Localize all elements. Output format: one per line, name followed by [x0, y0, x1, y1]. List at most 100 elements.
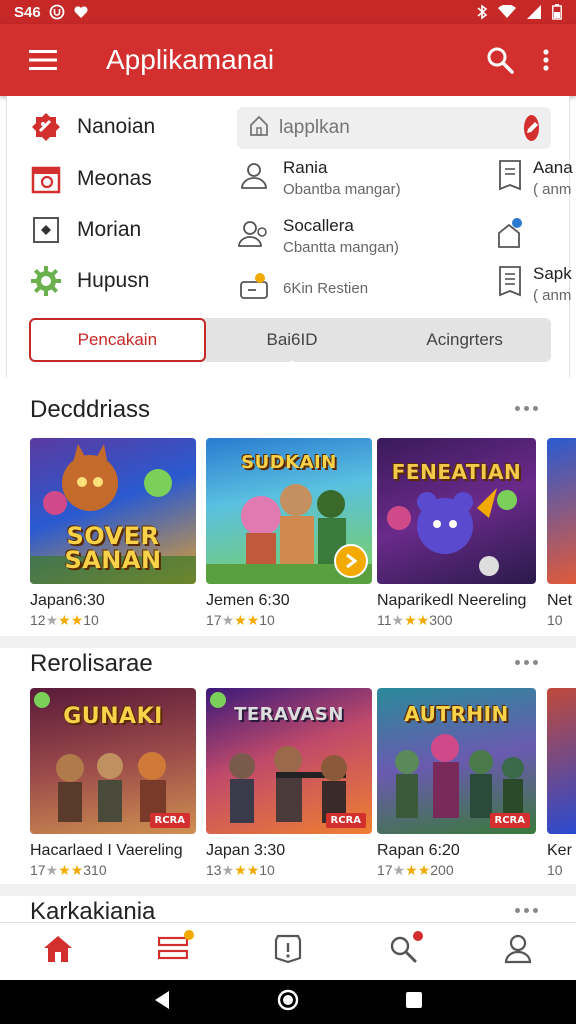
- user-icon: [237, 158, 271, 192]
- tab-pencakain[interactable]: Pencakain: [29, 318, 206, 362]
- rating-right: 200: [430, 862, 454, 878]
- side-item-hupusn[interactable]: Hupusn: [29, 264, 149, 298]
- status-bar: S46: [0, 0, 576, 24]
- game-card[interactable]: Net 10: [547, 438, 576, 628]
- square-icon: [29, 213, 63, 247]
- game-art: [547, 688, 576, 834]
- side-item-morian[interactable]: Morian: [29, 213, 141, 247]
- right-item-tag[interactable]: [497, 216, 523, 250]
- nav-profile[interactable]: [461, 923, 576, 980]
- game-name: Japan6:30: [30, 592, 105, 609]
- recents-icon[interactable]: [405, 991, 423, 1014]
- rating-right: 10: [83, 612, 99, 628]
- home-icon: [42, 934, 74, 969]
- tag-icon: [497, 216, 523, 250]
- game-card[interactable]: TERAVASN RCRA Japan 3:30 13★★★10: [206, 688, 372, 879]
- signal-icon: [526, 4, 542, 20]
- game-art-title: AUTRHIN: [404, 702, 509, 726]
- back-icon[interactable]: [153, 990, 171, 1015]
- section-divider: [0, 636, 576, 648]
- video-icon: [237, 270, 271, 304]
- game-art: SOVER SANAN: [30, 438, 196, 584]
- game-name: Jemen 6:30: [206, 592, 290, 609]
- game-name: Ker: [547, 842, 572, 859]
- side-item-label: Nanoian: [77, 115, 156, 138]
- side-item-label: Meonas: [77, 167, 152, 190]
- rating-left: 17: [206, 612, 222, 628]
- tab-bai6id[interactable]: Bai6ID: [206, 318, 379, 366]
- right-item-sapk[interactable]: Sapk ( anm: [497, 264, 572, 304]
- game-card[interactable]: AUTRHIN RCRA Rapan 6:20 17★★★200: [377, 688, 536, 879]
- battery-icon: [552, 4, 562, 20]
- game-art: SUDKAIN: [206, 438, 372, 584]
- game-card[interactable]: Ker 10: [547, 688, 576, 878]
- game-art: [547, 438, 576, 584]
- game-art: GUNAKI RCRA: [30, 688, 196, 834]
- game-rating: 10: [547, 862, 563, 878]
- gear-icon: [29, 264, 63, 298]
- game-card[interactable]: GUNAKI RCRA Hacarlaed I Vaereling 17★★★3…: [30, 688, 196, 879]
- side-item-label: Morian: [77, 218, 142, 241]
- rating-left: 12: [30, 612, 46, 628]
- game-card[interactable]: FENEATIAN Naparikedl Neereling 11★★★300: [377, 438, 536, 629]
- home-button-icon[interactable]: [277, 989, 299, 1016]
- game-art-title: SOVER SANAN: [64, 522, 162, 574]
- users-icon: [237, 216, 271, 250]
- rating-right: 10: [259, 862, 275, 878]
- mid-item-rania[interactable]: Rania Obantba mangar): [237, 158, 401, 198]
- game-rating: 17★★★200: [377, 862, 454, 878]
- edit-icon[interactable]: [524, 115, 539, 141]
- wifi-icon: [498, 5, 516, 19]
- right-item-subtitle: ( anm: [533, 181, 572, 198]
- game-art-title: FENEATIAN: [391, 460, 522, 484]
- rating-left: 11: [377, 612, 392, 628]
- game-name: Naparikedl Neereling: [377, 592, 527, 609]
- nav-home[interactable]: [0, 923, 115, 980]
- more-icon[interactable]: [515, 908, 538, 913]
- more-icon[interactable]: [515, 406, 538, 411]
- nav-search[interactable]: [346, 923, 461, 980]
- home-icon: [249, 115, 269, 142]
- mid-item-restien[interactable]: 6Kin Restien: [237, 270, 368, 304]
- right-item-title: Aana: [533, 158, 573, 177]
- game-card[interactable]: SUDKAIN Jemen 6:30 17★★★10: [206, 438, 372, 629]
- tab-label: Acingrters: [426, 330, 503, 349]
- nav-list[interactable]: [115, 923, 230, 980]
- tab-acingrters[interactable]: Acingrters: [378, 318, 551, 362]
- side-item-meonas[interactable]: Meonas: [29, 162, 152, 196]
- game-art-title: TERAVASN: [234, 704, 344, 725]
- rating-left: 17: [377, 862, 393, 878]
- game-badge: RCRA: [325, 813, 366, 828]
- right-item-aana[interactable]: Aana ( anm: [497, 158, 573, 198]
- search-box[interactable]: [237, 107, 551, 149]
- more-icon[interactable]: [515, 660, 538, 665]
- rating-right: 300: [429, 612, 453, 628]
- game-art: TERAVASN RCRA: [206, 688, 372, 834]
- tab-indicator: [286, 360, 298, 366]
- menu-icon[interactable]: [0, 24, 86, 96]
- rating-left: 13: [206, 862, 222, 878]
- rating-left: 17: [30, 862, 46, 878]
- nav-alert[interactable]: [230, 923, 345, 980]
- game-rating: 10: [547, 612, 563, 628]
- heart-icon: [73, 4, 89, 20]
- mid-item-subtitle: Cbantta mangan): [283, 239, 399, 256]
- search-icon[interactable]: [474, 24, 526, 96]
- game-art: FENEATIAN: [377, 438, 536, 584]
- game-name: Japan 3:30: [206, 842, 286, 859]
- mid-item-socallera[interactable]: Socallera Cbantta mangan): [237, 216, 399, 256]
- play-icon[interactable]: [334, 544, 368, 578]
- side-item-label: Hupusn: [77, 269, 150, 292]
- search-input[interactable]: [279, 117, 524, 139]
- game-card[interactable]: SOVER SANAN Japan6:30 12★★★10: [30, 438, 196, 629]
- notification-dot: [413, 931, 424, 941]
- search-icon: [389, 931, 424, 968]
- mid-item-subtitle: Obantba mangar): [283, 181, 401, 198]
- tab-label: Bai6ID: [266, 330, 318, 349]
- list-icon: [497, 264, 523, 298]
- more-vert-icon[interactable]: [526, 24, 566, 96]
- doc-icon: [497, 158, 523, 192]
- side-item-nanoian[interactable]: Nanoian: [29, 110, 155, 144]
- game-badge: RCRA: [149, 813, 190, 828]
- mid-item-title: Rania: [283, 158, 328, 177]
